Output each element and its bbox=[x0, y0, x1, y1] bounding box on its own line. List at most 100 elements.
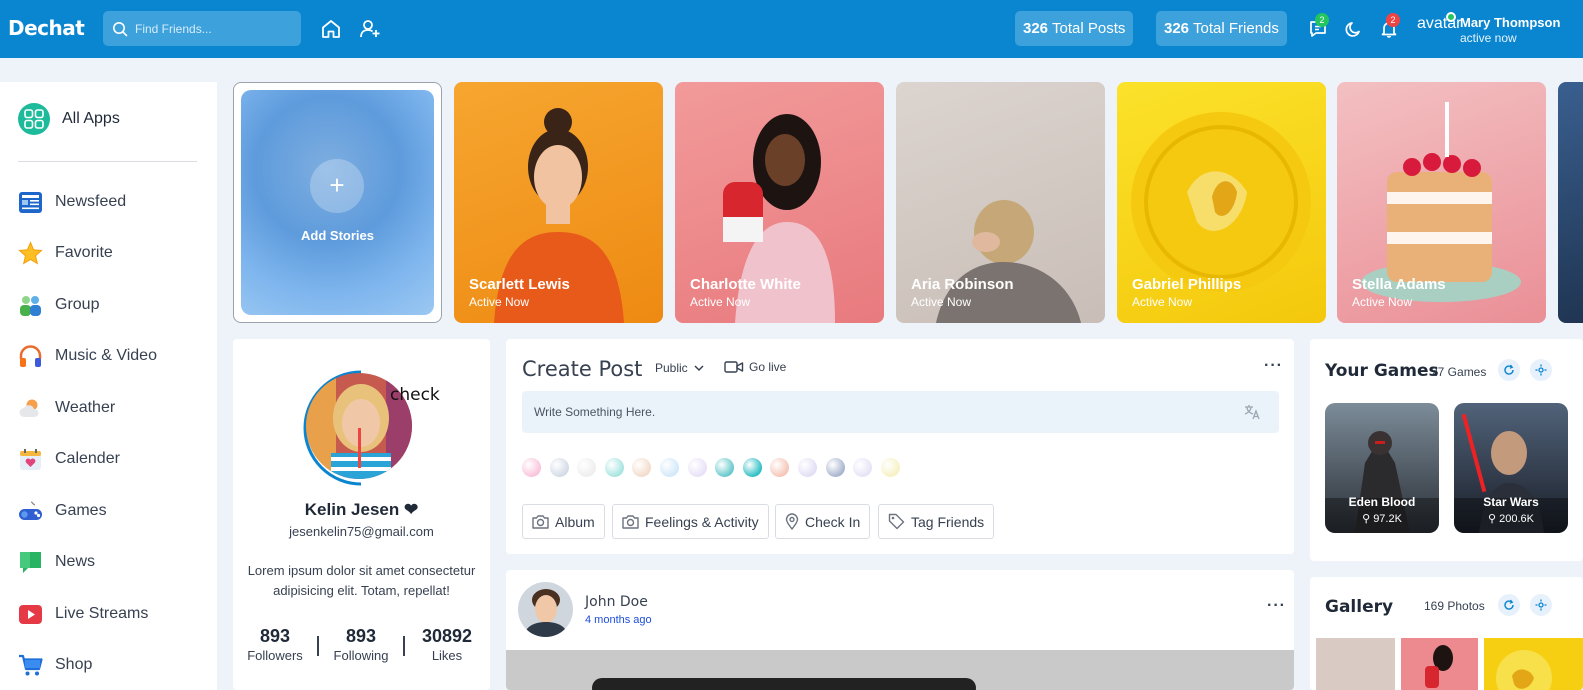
sidebar-item-live-streams[interactable]: Live Streams bbox=[18, 600, 148, 628]
add-friend-icon[interactable] bbox=[359, 18, 381, 40]
profile-name[interactable]: Kelin Jesen ❤ bbox=[233, 500, 490, 520]
album-button[interactable]: Album bbox=[522, 504, 605, 539]
game-players-count: 97.2K bbox=[1373, 513, 1402, 525]
likes-stat[interactable]: 30892 Likes bbox=[407, 626, 487, 663]
gallery-photo[interactable] bbox=[1401, 638, 1478, 690]
sidebar-item-games[interactable]: Games bbox=[18, 497, 107, 525]
stat-value: 893 bbox=[345, 626, 377, 646]
feelings-activity-button[interactable]: Feelings & Activity bbox=[612, 504, 769, 539]
color-swatch[interactable] bbox=[742, 458, 762, 477]
sidebar-item-weather[interactable]: Weather bbox=[18, 394, 115, 422]
stat-divider bbox=[317, 636, 319, 656]
story-name: Gabriel Phillips bbox=[1132, 276, 1242, 293]
plus-icon[interactable]: + bbox=[310, 159, 364, 213]
user-name[interactable]: Mary Thompson bbox=[1460, 15, 1560, 30]
game-card[interactable]: Eden Blood ⚲ 97.2K bbox=[1325, 403, 1439, 533]
tag-friends-button[interactable]: Tag Friends bbox=[878, 504, 995, 539]
following-stat[interactable]: 893 Following bbox=[321, 626, 401, 663]
all-apps-button[interactable]: All Apps bbox=[18, 103, 120, 135]
post-input[interactable] bbox=[534, 405, 1224, 419]
brand-logo[interactable]: Dechat bbox=[8, 16, 85, 40]
stat-label: Followers bbox=[247, 648, 303, 663]
color-swatch[interactable] bbox=[660, 458, 679, 477]
color-swatch[interactable] bbox=[880, 458, 900, 477]
sidebar-item-calender[interactable]: Calender bbox=[18, 445, 120, 473]
dark-mode-icon[interactable] bbox=[1344, 19, 1364, 39]
sidebar-item-shop[interactable]: Shop bbox=[18, 651, 92, 679]
story-card[interactable]: Gabriel Phillips Active Now bbox=[1117, 82, 1326, 323]
sidebar-item-label: Games bbox=[55, 502, 107, 519]
stat-value: 30892 bbox=[421, 626, 473, 646]
sidebar-item-favorite[interactable]: Favorite bbox=[18, 239, 113, 267]
post-author-name[interactable]: John Doe bbox=[585, 594, 648, 610]
total-posts-button[interactable]: 326 Total Posts bbox=[1015, 11, 1134, 46]
color-swatch[interactable] bbox=[522, 458, 541, 477]
game-card[interactable]: Star Wars ⚲ 200.6K bbox=[1454, 403, 1568, 533]
post-more-options-icon[interactable]: ··· bbox=[1267, 597, 1286, 615]
color-swatch[interactable] bbox=[632, 458, 652, 477]
story-card-partial[interactable] bbox=[1558, 82, 1583, 323]
gallery-photo[interactable] bbox=[1484, 638, 1583, 690]
refresh-icon[interactable] bbox=[1498, 594, 1520, 616]
sidebar-item-music-video[interactable]: Music & Video bbox=[18, 342, 157, 370]
privacy-dropdown[interactable]: Public bbox=[655, 361, 706, 375]
color-swatch[interactable] bbox=[687, 458, 707, 477]
total-posts-label: Total Posts bbox=[1052, 20, 1126, 37]
game-players-count: 200.6K bbox=[1499, 513, 1534, 525]
sidebar-item-label: News bbox=[55, 553, 96, 570]
sidebar-item-label: Newsfeed bbox=[55, 193, 127, 210]
color-swatch[interactable] bbox=[577, 458, 597, 477]
more-options-icon[interactable]: ··· bbox=[1264, 357, 1283, 375]
color-swatch[interactable] bbox=[715, 458, 735, 477]
total-friends-button[interactable]: 326 Total Friends bbox=[1156, 11, 1287, 46]
all-apps-label: All Apps bbox=[62, 110, 120, 127]
gallery-photo[interactable] bbox=[1316, 638, 1395, 690]
gallery-card: Gallery 169 Photos bbox=[1310, 577, 1583, 690]
color-swatch[interactable] bbox=[853, 458, 873, 477]
translate-icon[interactable] bbox=[1243, 403, 1261, 421]
tag-icon bbox=[888, 513, 905, 530]
story-card[interactable]: Scarlett Lewis Active Now bbox=[454, 82, 663, 323]
user-icon: ⚲ bbox=[1488, 513, 1500, 525]
color-swatch[interactable] bbox=[604, 458, 624, 477]
sidebar-item-label: Calender bbox=[55, 450, 120, 467]
add-story-label: Add Stories bbox=[301, 228, 374, 243]
sidebar-item-news[interactable]: News bbox=[18, 548, 95, 576]
post-input-box[interactable] bbox=[522, 391, 1279, 433]
notifications-badge: 2 bbox=[1386, 13, 1400, 27]
sidebar-item-label: Weather bbox=[55, 399, 116, 416]
story-card[interactable]: Aria Robinson Active Now bbox=[896, 82, 1105, 323]
check-in-button[interactable]: Check In bbox=[775, 504, 871, 539]
add-story-card[interactable]: + Add Stories bbox=[233, 82, 442, 323]
story-status: Active Now bbox=[1132, 295, 1193, 309]
followers-stat[interactable]: 893 Followers bbox=[235, 626, 315, 663]
color-swatch[interactable] bbox=[798, 458, 817, 477]
post-author-avatar[interactable] bbox=[518, 582, 573, 637]
sidebar-item-group[interactable]: Group bbox=[18, 291, 99, 319]
sidebar-divider bbox=[18, 161, 197, 162]
sidebar-item-newsfeed[interactable]: Newsfeed bbox=[18, 188, 126, 216]
settings-icon[interactable] bbox=[1530, 359, 1552, 381]
story-status: Active Now bbox=[1352, 295, 1413, 309]
tag-friends-label: Tag Friends bbox=[911, 513, 985, 530]
play-icon bbox=[19, 604, 42, 624]
settings-icon[interactable] bbox=[1530, 594, 1552, 616]
story-card[interactable]: Stella Adams Active Now bbox=[1337, 82, 1546, 323]
search-input[interactable] bbox=[135, 21, 285, 36]
post-media[interactable] bbox=[506, 650, 1294, 690]
video-camera-icon bbox=[724, 361, 744, 373]
refresh-icon[interactable] bbox=[1498, 359, 1520, 381]
calendar-icon bbox=[20, 448, 41, 470]
total-posts-count: 326 bbox=[1023, 20, 1049, 37]
color-swatch[interactable] bbox=[549, 458, 569, 477]
search-icon bbox=[113, 21, 128, 36]
go-live-button[interactable]: Go live bbox=[724, 360, 786, 374]
color-swatch[interactable] bbox=[770, 458, 790, 477]
story-card[interactable]: Charlotte White Active Now bbox=[675, 82, 884, 323]
games-count: 27 Games bbox=[1431, 365, 1487, 379]
sidebar-item-label: Live Streams bbox=[55, 605, 149, 622]
color-swatch[interactable] bbox=[825, 458, 845, 477]
search-box[interactable] bbox=[103, 11, 301, 46]
home-icon[interactable] bbox=[320, 18, 342, 40]
camera-icon bbox=[622, 515, 639, 529]
